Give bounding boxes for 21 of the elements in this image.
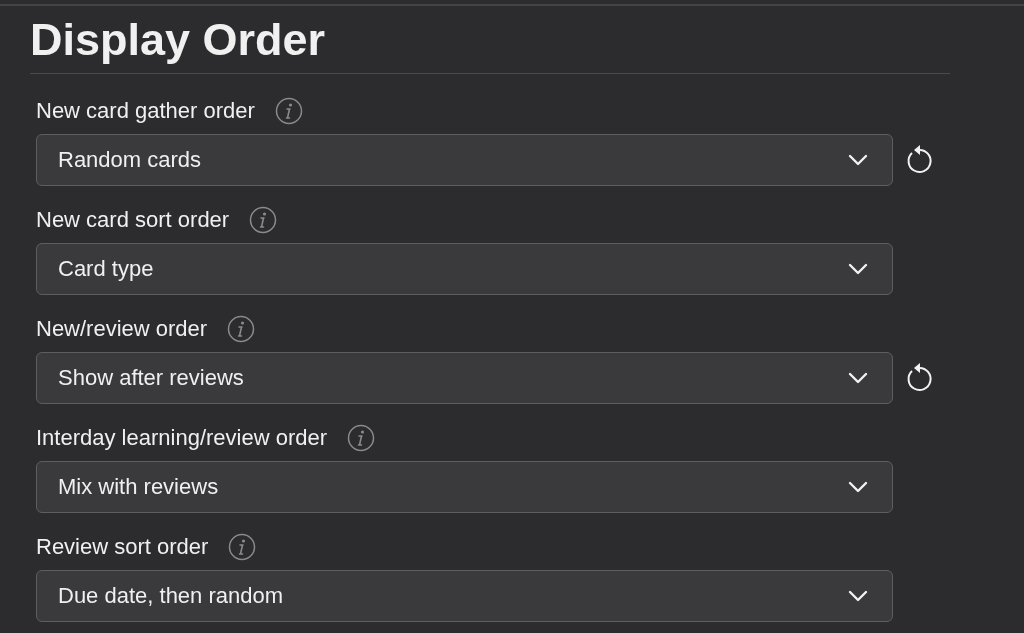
dropdown[interactable]: Mix with reviews [36,461,893,513]
chevron-down-icon [848,590,868,602]
setting-label: New/review order [36,316,208,342]
info-icon[interactable] [228,533,257,561]
info-icon[interactable] [249,206,278,234]
setting-label: Interday learning/review order [36,425,328,451]
chevron-down-icon [848,372,868,384]
dropdown[interactable]: Random cards [36,134,893,186]
info-icon[interactable] [347,424,376,452]
info-icon[interactable] [227,315,256,343]
setting-label: Review sort order [36,534,209,560]
dropdown[interactable]: Card type [36,243,893,295]
chevron-down-icon [848,481,868,493]
dropdown[interactable]: Due date, then random [36,570,893,622]
setting-label: New card sort order [36,207,230,233]
section-title: Display Order [30,13,327,67]
info-icon[interactable] [274,97,303,125]
chevron-down-icon [848,154,868,166]
chevron-down-icon [848,263,868,275]
dropdown[interactable]: Show after reviews [36,352,893,404]
setting-label: New card gather order [36,98,255,124]
